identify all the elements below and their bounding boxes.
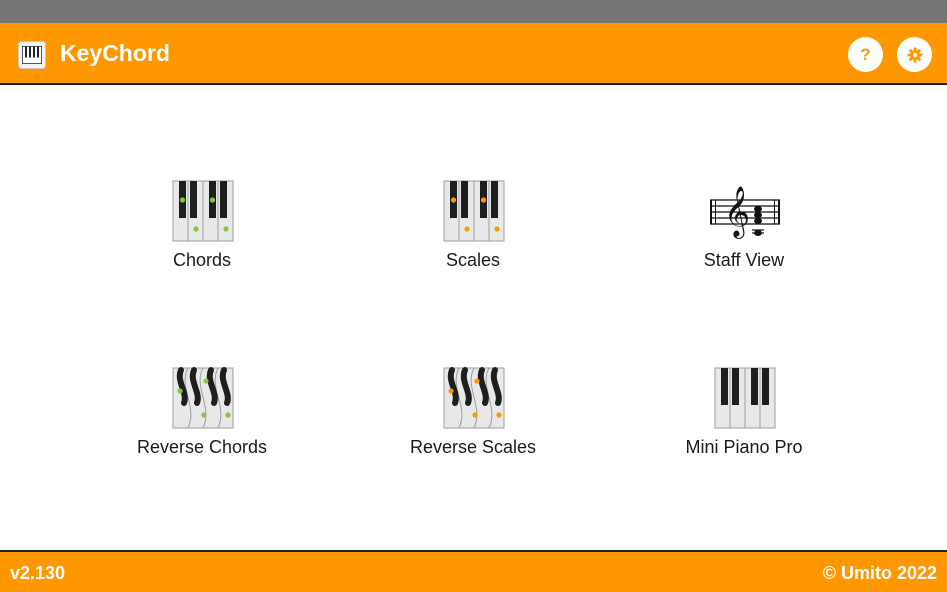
tile-label: Chords [172, 250, 232, 270]
app-title: KeyChord [60, 40, 170, 66]
copyright-label: © Umito 2022 [822, 563, 937, 583]
help-button[interactable]: ? [848, 37, 883, 72]
settings-button[interactable] [897, 37, 932, 72]
mini-piano-icon [714, 367, 776, 429]
piano-scale-icon [443, 180, 505, 242]
wavy-piano-chord-icon [172, 367, 234, 429]
treble-staff-icon: 𝄞 [710, 186, 780, 239]
app-bar: KeyChord ? [0, 23, 947, 85]
help-icon: ? [860, 44, 871, 64]
tile-reverse-scales[interactable]: Reverse Scales [363, 367, 583, 487]
version-label: v2.130 [10, 563, 66, 583]
tile-scales[interactable]: Scales [363, 180, 583, 300]
footer-bar: v2.130 © Umito 2022 [0, 550, 947, 592]
tile-label: Reverse Chords [136, 437, 268, 457]
piano-keys-icon [18, 41, 46, 69]
feature-grid: Chords Scales 𝄞 Staff View Reverse Chord… [0, 87, 947, 550]
status-bar [0, 0, 947, 23]
tile-staff-view[interactable]: 𝄞 Staff View [634, 180, 854, 300]
tile-label: Scales [445, 250, 501, 270]
wavy-piano-scale-icon [443, 367, 505, 429]
piano-chord-icon [172, 180, 234, 242]
tile-label: Reverse Scales [409, 437, 537, 457]
gear-icon [907, 47, 922, 62]
svg-text:𝄞: 𝄞 [724, 186, 750, 239]
tile-label: Staff View [703, 250, 785, 270]
tile-chords[interactable]: Chords [92, 180, 312, 300]
tile-label: Mini Piano Pro [685, 437, 803, 457]
tile-mini-piano-pro[interactable]: Mini Piano Pro [634, 367, 854, 487]
tile-reverse-chords[interactable]: Reverse Chords [92, 367, 312, 487]
